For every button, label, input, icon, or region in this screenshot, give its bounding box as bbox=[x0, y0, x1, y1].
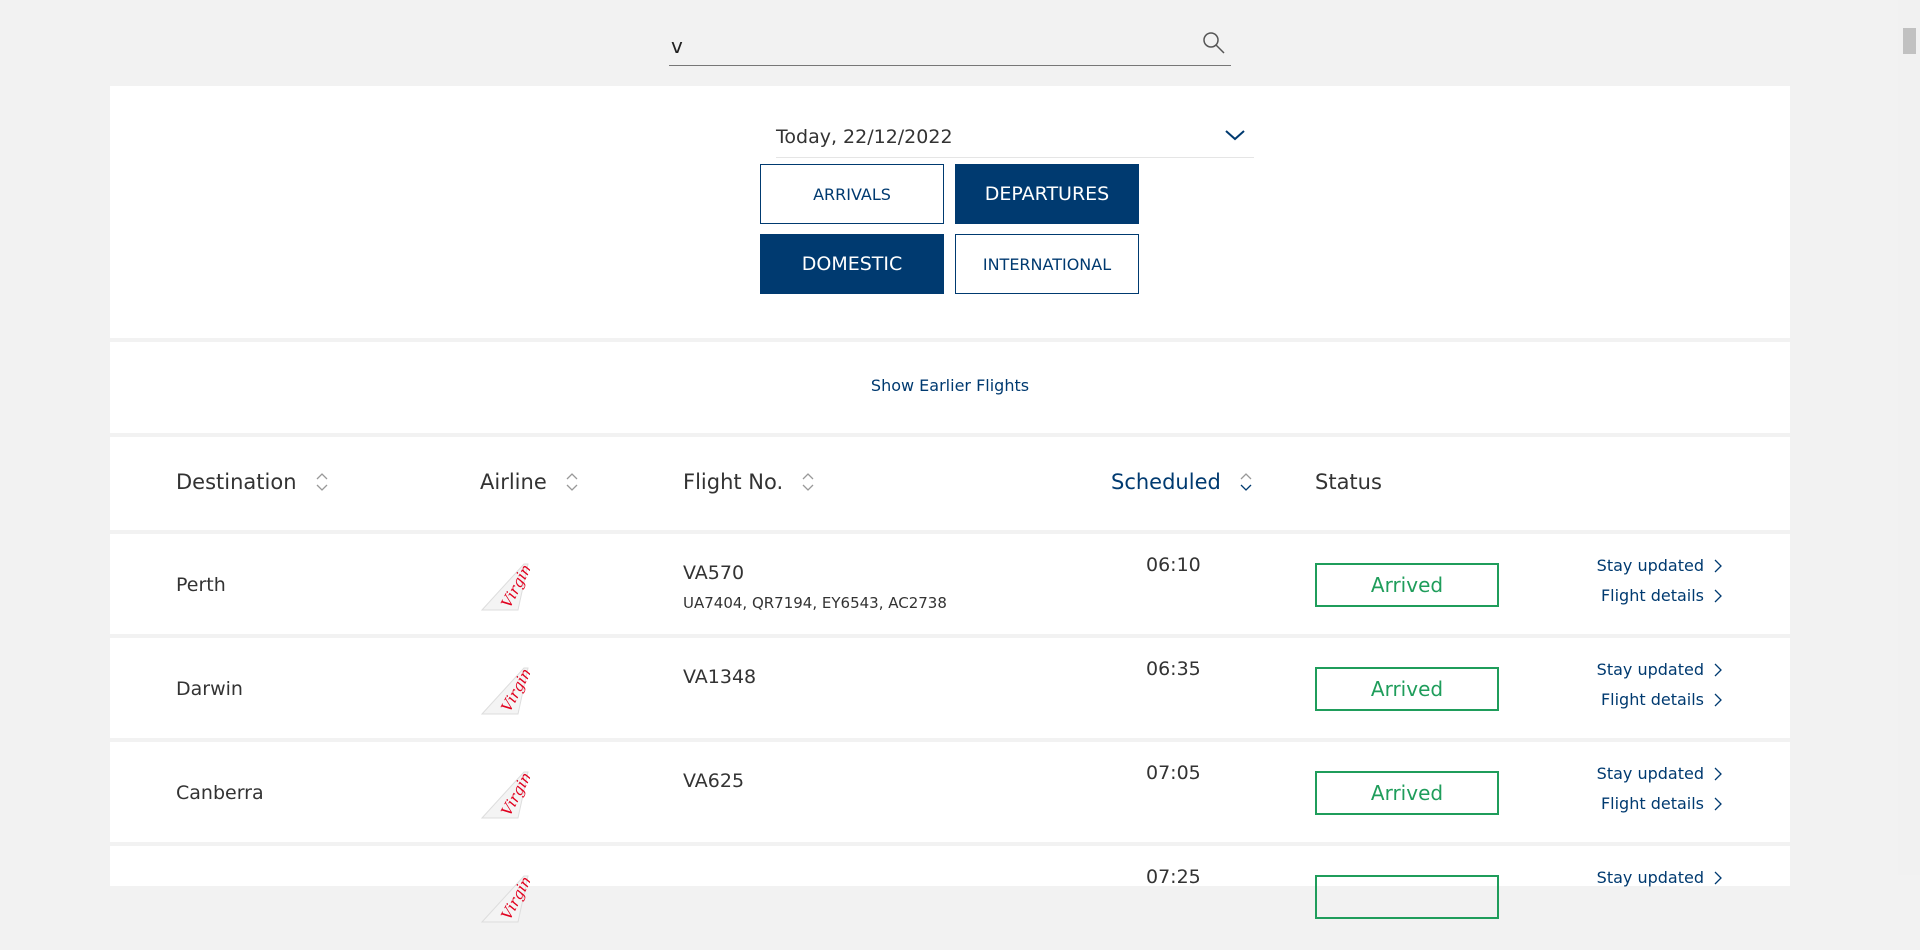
destination: Canberra bbox=[176, 782, 264, 804]
scrollbar[interactable] bbox=[1898, 0, 1920, 875]
stay-updated-link[interactable]: Stay updated bbox=[1597, 764, 1722, 783]
flight-details-link[interactable]: Flight details bbox=[1601, 794, 1722, 813]
svg-text:Virgin: Virgin bbox=[497, 666, 530, 715]
column-scheduled[interactable]: Scheduled bbox=[1111, 470, 1253, 494]
search-bar bbox=[669, 28, 1231, 66]
tab-arrivals[interactable]: ARRIVALS bbox=[760, 164, 944, 224]
show-earlier-flights-link[interactable]: Show Earlier Flights bbox=[110, 376, 1790, 395]
column-status: Status bbox=[1315, 470, 1382, 494]
chevron-right-icon bbox=[1714, 589, 1722, 602]
flight-row: Perth Virgin VA570 UA7404, QR7194, EY6543, … bbox=[110, 534, 1790, 638]
flight-row: Canberra Virgin VA625 07:05 Arrived Stay upda… bbox=[110, 742, 1790, 846]
sort-icon bbox=[1240, 473, 1252, 491]
flight-row: Darwin Virgin VA1348 06:35 Arrived Stay updat… bbox=[110, 638, 1790, 742]
status-badge: Arrived bbox=[1315, 771, 1499, 815]
flight-details-link[interactable]: Flight details bbox=[1601, 586, 1722, 605]
tab-departures[interactable]: DEPARTURES bbox=[955, 164, 1139, 224]
svg-text:Virgin: Virgin bbox=[497, 770, 530, 819]
sort-icon bbox=[566, 473, 578, 491]
scheduled-time: 06:10 bbox=[1146, 554, 1201, 576]
date-select[interactable]: Today, 22/12/2022 bbox=[776, 126, 1254, 158]
stay-updated-link[interactable]: Stay updated bbox=[1597, 556, 1722, 575]
destination: Darwin bbox=[176, 678, 243, 700]
date-value: Today, 22/12/2022 bbox=[776, 126, 953, 148]
scheduled-time: 07:25 bbox=[1146, 866, 1201, 888]
chevron-right-icon bbox=[1714, 693, 1722, 706]
flight-number: VA625 bbox=[683, 770, 745, 792]
chevron-down-icon bbox=[1225, 130, 1245, 141]
status-badge: Arrived bbox=[1315, 563, 1499, 607]
chevron-right-icon bbox=[1714, 797, 1722, 810]
divider bbox=[110, 946, 1790, 950]
scrollbar-thumb[interactable] bbox=[1903, 28, 1916, 54]
stay-updated-link[interactable]: Stay updated bbox=[1597, 868, 1722, 887]
flight-number: VA570 bbox=[683, 562, 745, 584]
svg-text:Virgin: Virgin bbox=[497, 562, 530, 611]
chevron-right-icon bbox=[1714, 663, 1722, 676]
virgin-logo: Virgin bbox=[480, 561, 535, 611]
stay-updated-link[interactable]: Stay updated bbox=[1597, 660, 1722, 679]
column-airline[interactable]: Airline bbox=[480, 470, 579, 494]
divider bbox=[110, 338, 1790, 342]
chevron-right-icon bbox=[1714, 767, 1722, 780]
virgin-logo: Virgin bbox=[480, 769, 535, 819]
destination: Perth bbox=[176, 574, 226, 596]
sort-icon bbox=[316, 473, 327, 491]
divider bbox=[110, 433, 1790, 437]
status-badge bbox=[1315, 875, 1499, 919]
flight-number: VA1348 bbox=[683, 666, 757, 688]
chevron-right-icon bbox=[1714, 559, 1722, 572]
chevron-right-icon bbox=[1714, 871, 1722, 884]
svg-text:Virgin: Virgin bbox=[497, 874, 530, 923]
flight-details-link[interactable]: Flight details bbox=[1601, 690, 1722, 709]
search-input[interactable] bbox=[669, 28, 1169, 64]
tab-international[interactable]: INTERNATIONAL bbox=[955, 234, 1139, 294]
column-flight-no[interactable]: Flight No. bbox=[683, 470, 815, 494]
flight-row: Virgin 07:25 Stay updated bbox=[110, 846, 1790, 950]
flights-panel: Today, 22/12/2022 ARRIVALS DEPARTURES DO… bbox=[110, 86, 1790, 950]
tab-domestic[interactable]: DOMESTIC bbox=[760, 234, 944, 294]
column-destination[interactable]: Destination bbox=[176, 470, 329, 494]
scheduled-time: 07:05 bbox=[1146, 762, 1201, 784]
search-icon[interactable] bbox=[1201, 30, 1227, 56]
status-badge: Arrived bbox=[1315, 667, 1499, 711]
virgin-logo: Virgin bbox=[480, 665, 535, 715]
codeshare-numbers: UA7404, QR7194, EY6543, AC2738 bbox=[683, 594, 947, 612]
scheduled-time: 06:35 bbox=[1146, 658, 1201, 680]
sort-icon bbox=[802, 473, 814, 491]
virgin-logo: Virgin bbox=[480, 873, 535, 923]
